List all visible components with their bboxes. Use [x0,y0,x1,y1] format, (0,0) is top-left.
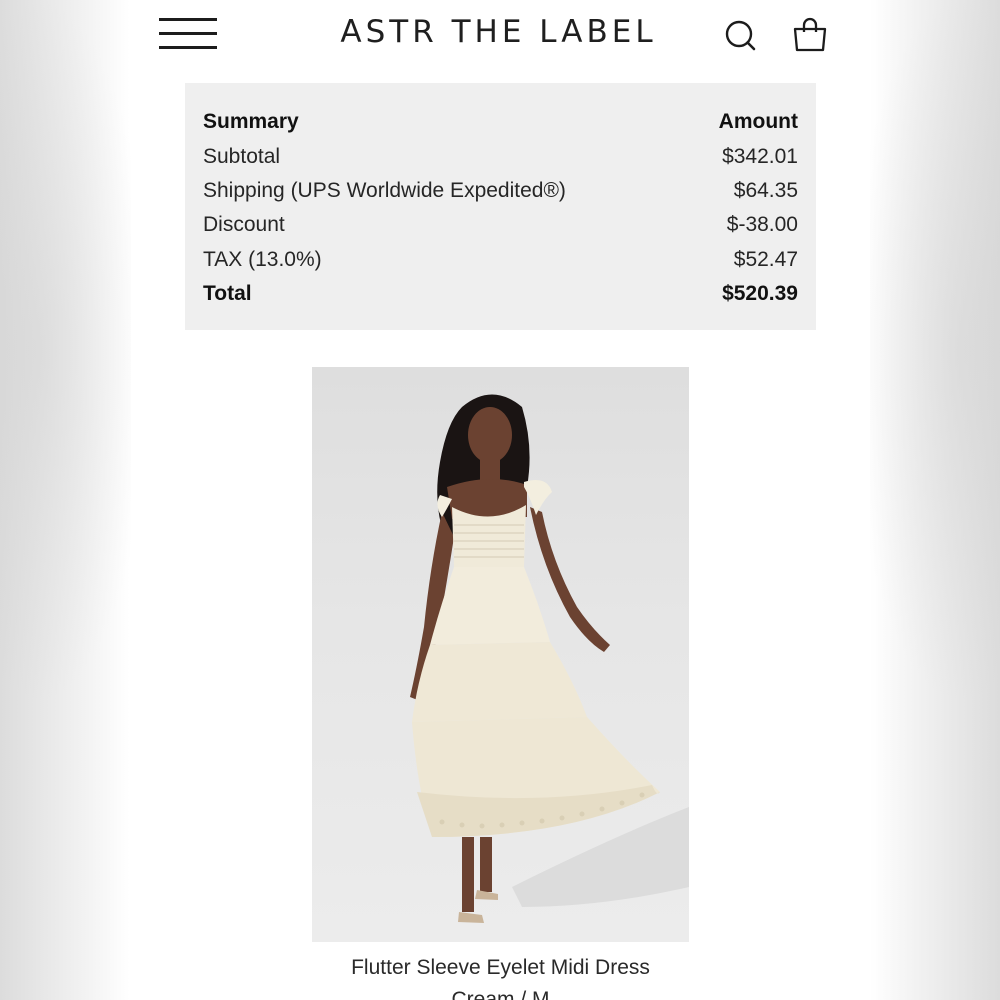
summary-row-label: TAX (13.0%) [203,247,322,271]
summary-row-amount: $342.01 [722,144,798,168]
summary-row-amount: $52.47 [733,247,798,271]
total-label: Total [203,282,252,306]
page: ASTR THE LABEL Summary Amount Subtotal $… [131,0,870,1000]
summary-row-label: Discount [203,213,285,237]
summary-row-label: Shipping (UPS Worldwide Expedited®) [203,178,566,202]
summary-row-subtotal: Subtotal $342.01 [203,139,798,173]
summary-row-discount: Discount $-38.00 [203,208,798,242]
product-image[interactable] [312,367,689,942]
total-amount: $520.39 [722,282,798,306]
summary-row-label: Subtotal [203,144,281,168]
site-header: ASTR THE LABEL [131,0,870,70]
summary-header-label: Summary [203,110,299,134]
summary-row-total: Total $520.39 [203,277,798,311]
summary-row-amount: $-38.00 [726,213,798,237]
summary-header-row: Summary Amount [203,105,798,139]
shopping-bag-icon[interactable] [790,16,830,56]
summary-row-tax: TAX (13.0%) $52.47 [203,243,798,277]
summary-row-amount: $64.35 [733,178,798,202]
brand-logo[interactable]: ASTR THE LABEL [331,14,666,50]
search-icon[interactable] [721,16,761,56]
product-title[interactable]: Flutter Sleeve Eyelet Midi Dress [131,956,870,980]
amount-header-label: Amount [718,110,798,134]
summary-row-shipping: Shipping (UPS Worldwide Expedited®) $64.… [203,174,798,208]
order-summary-table: Summary Amount Subtotal $342.01 Shipping… [185,83,816,330]
product-variant: Cream / M [451,988,550,1000]
hamburger-menu-icon[interactable] [159,18,217,50]
